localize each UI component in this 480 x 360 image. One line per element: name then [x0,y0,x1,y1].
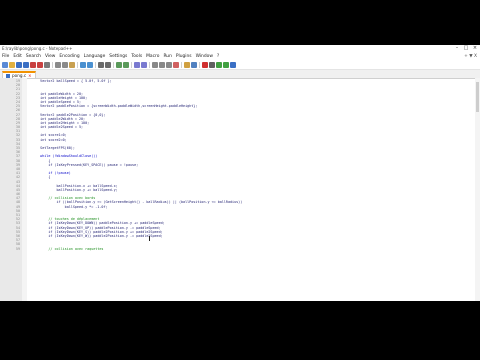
tab-file[interactable]: pong.c × [2,71,36,78]
menu-item[interactable]: ? [217,54,219,59]
menu-item[interactable]: Language [84,54,106,59]
run-macro-icon[interactable] [223,61,229,68]
print-icon[interactable] [44,61,50,68]
undo-icon[interactable] [80,61,86,68]
menu-item[interactable]: File [2,54,9,59]
line-number: 59 [15,246,20,251]
menu-item[interactable]: Plugins [176,54,192,59]
file-saved-icon [6,73,10,78]
toolbar-separator [52,61,53,68]
menu-item[interactable]: Run [163,54,171,59]
indent-guide-icon[interactable] [166,61,172,68]
menu-item[interactable]: View [45,54,55,59]
folder-workspace-icon[interactable] [184,61,190,68]
record-macro-icon[interactable] [202,61,208,68]
zoom-out-icon[interactable] [123,61,129,68]
menu-item[interactable]: Search [26,54,41,59]
save-macro-icon[interactable] [230,61,236,68]
show-all-icon[interactable] [159,61,165,68]
close-window-icon[interactable]: × [472,45,478,52]
save-all-icon[interactable] [23,61,29,68]
menu-item[interactable]: Tools [131,54,142,59]
menu-item[interactable]: Edit [13,54,22,59]
toolbar-separator [199,61,200,68]
toolbar [0,60,480,70]
text-caret [149,236,150,241]
stop-macro-icon[interactable] [209,61,215,68]
code-line[interactable]: 59 // collision avec raquettes [0,247,480,251]
toolbar-separator [113,61,114,68]
redo-icon[interactable] [87,61,93,68]
window-title: E:\raylib\pong\pong.c - Notepad++ [2,46,73,51]
menu-right-controls[interactable]: + ▼ X [464,54,477,59]
open-file-icon[interactable] [9,61,15,68]
find-icon[interactable] [98,61,104,68]
save-icon[interactable] [16,61,22,68]
notepad-window: E:\raylib\pong\pong.c - Notepad++ – □ × … [0,45,480,301]
code-lines[interactable]: 19 Vector2 ballSpeed = { 5.0f, 5.0f }; 20… [0,79,480,251]
toolbar-separator [131,61,132,68]
play-macro-icon[interactable] [216,61,222,68]
menu-item[interactable]: Settings [109,54,127,59]
word-wrap-icon[interactable] [152,61,158,68]
window-controls: – □ × [454,45,478,52]
sync-h-icon[interactable] [141,61,147,68]
code-text[interactable]: // collision avec raquettes [32,247,103,251]
toolbar-separator [95,61,96,68]
toolbar-separator [77,61,78,68]
close-icon[interactable] [30,61,36,68]
toolbar-separator [181,61,182,68]
monitor-icon[interactable] [191,61,197,68]
zoom-in-icon[interactable] [116,61,122,68]
copy-icon[interactable] [62,61,68,68]
minimize-icon[interactable]: – [454,45,460,52]
paste-icon[interactable] [69,61,75,68]
new-file-icon[interactable] [2,61,8,68]
vertical-scrollbar[interactable] [475,78,480,301]
editor-area[interactable]: 19 Vector2 ballSpeed = { 5.0f, 5.0f }; 20… [0,78,480,301]
cut-icon[interactable] [55,61,61,68]
scrollbar-thumb[interactable] [476,82,479,112]
maximize-icon[interactable]: □ [463,45,469,52]
close-all-icon[interactable] [37,61,43,68]
replace-icon[interactable] [105,61,111,68]
menu-item[interactable]: Macro [146,54,159,59]
menu-bar: File Edit Search View Encoding Language Settin… [0,52,480,60]
menu-item[interactable]: Window [196,54,213,59]
toolbar-separator [149,61,150,68]
title-bar: E:\raylib\pong\pong.c - Notepad++ – □ × [0,45,480,52]
lang-icon[interactable] [173,61,179,68]
sync-v-icon[interactable] [134,61,140,68]
menu-item[interactable]: Encoding [59,54,79,59]
